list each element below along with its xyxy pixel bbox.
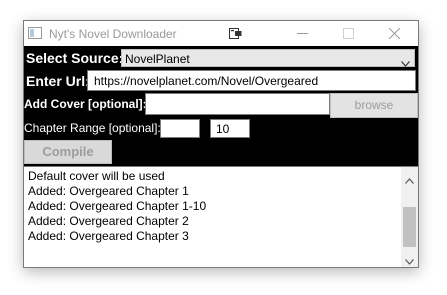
compile-button[interactable]: Compile bbox=[24, 140, 112, 164]
cover-label: Add Cover [optional]: bbox=[24, 97, 147, 111]
range-label: Chapter Range [optional]: bbox=[24, 121, 161, 135]
chevron-down-icon bbox=[401, 56, 410, 70]
scroll-thumb[interactable] bbox=[403, 207, 416, 247]
scroll-up-icon[interactable] bbox=[405, 173, 414, 187]
log-output[interactable]: Default cover will be used Added: Overge… bbox=[24, 166, 418, 267]
close-button[interactable] bbox=[372, 21, 418, 46]
range-end-input[interactable]: 10 bbox=[210, 119, 250, 138]
source-select-value: NovelPlanet bbox=[125, 52, 190, 66]
log-scrollbar[interactable] bbox=[401, 167, 418, 267]
app-icon bbox=[28, 27, 42, 39]
range-start-input[interactable] bbox=[160, 119, 200, 138]
cover-input[interactable] bbox=[145, 93, 330, 115]
maximize-button[interactable] bbox=[326, 21, 372, 46]
log-line: Added: Overgeared Chapter 3 bbox=[28, 229, 189, 243]
pin-icon[interactable] bbox=[229, 28, 242, 39]
window-title: Nyt's Novel Downloader bbox=[49, 27, 177, 41]
title-bar[interactable]: Nyt's Novel Downloader bbox=[24, 21, 418, 46]
browse-button[interactable]: browse bbox=[330, 93, 418, 118]
url-label: Enter Url: bbox=[26, 73, 90, 89]
app-window: Nyt's Novel Downloader Select Source: No… bbox=[23, 20, 419, 268]
log-line: Added: Overgeared Chapter 1 bbox=[28, 184, 189, 198]
url-input[interactable]: https://novelplanet.com/Novel/Overgeared bbox=[87, 70, 416, 91]
scroll-down-icon[interactable] bbox=[405, 254, 414, 268]
source-select[interactable]: NovelPlanet bbox=[121, 49, 415, 67]
log-line: Default cover will be used bbox=[28, 169, 165, 183]
source-label: Select Source: bbox=[26, 50, 124, 66]
log-line: Added: Overgeared Chapter 2 bbox=[28, 214, 189, 228]
log-line: Added: Overgeared Chapter 1-10 bbox=[28, 199, 207, 213]
minimize-button[interactable] bbox=[280, 21, 326, 46]
